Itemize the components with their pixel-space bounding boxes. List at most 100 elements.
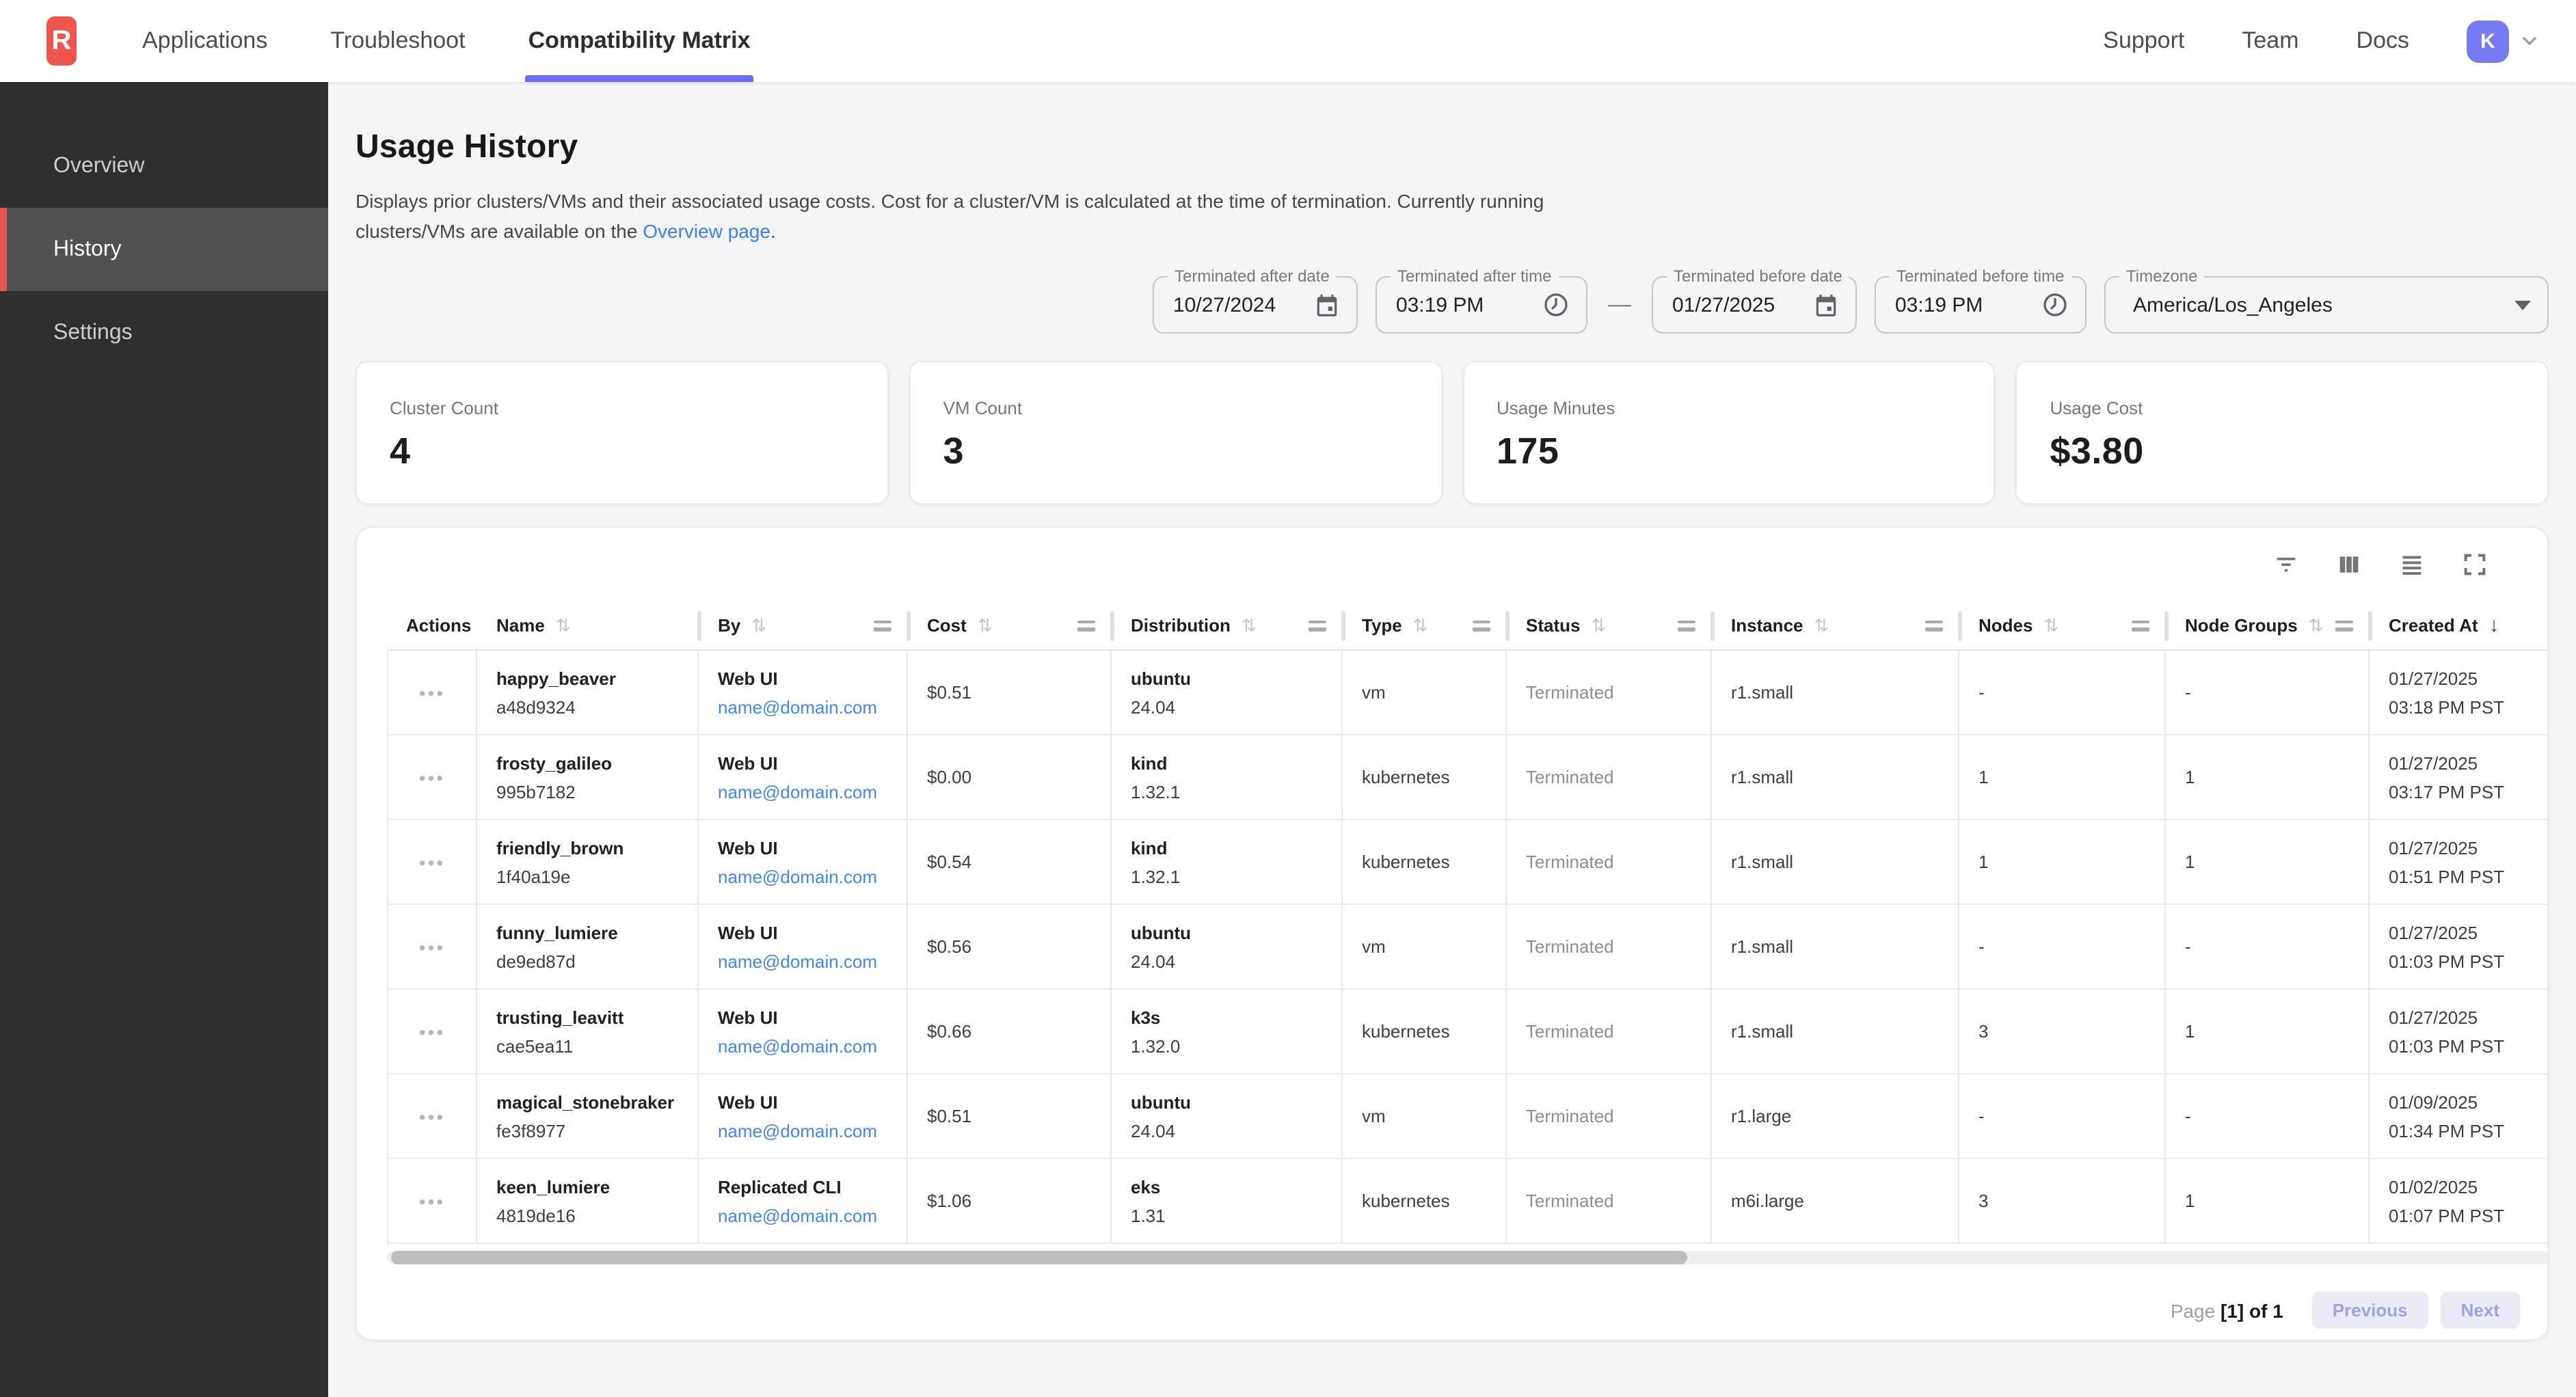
column-header-cost[interactable]: Cost⇅ <box>908 601 1112 649</box>
clock-icon[interactable] <box>1542 291 1570 318</box>
column-menu-icon[interactable] <box>1678 620 1695 631</box>
email-link[interactable]: name@domain.com <box>718 779 896 805</box>
sort-icon[interactable]: ⇅ <box>1242 614 1257 636</box>
email-link[interactable]: name@domain.com <box>718 1118 896 1144</box>
column-menu-icon[interactable] <box>1925 620 1943 631</box>
terminated-after-time-field[interactable]: Terminated after time 03:19 PM <box>1376 276 1587 334</box>
columns-icon[interactable] <box>2334 550 2364 580</box>
table-row: ••• funny_lumierede9ed87d Web UIname@dom… <box>387 905 2549 990</box>
stat-card-cluster-count: Cluster Count 4 <box>355 361 889 504</box>
stat-card-vm-count: VM Count 3 <box>909 361 1443 504</box>
column-header-by[interactable]: By⇅ <box>699 601 908 649</box>
column-header-nodes[interactable]: Nodes⇅ <box>1959 601 2166 649</box>
row-actions-button[interactable]: ••• <box>419 1105 445 1127</box>
email-link[interactable]: name@domain.com <box>718 694 896 720</box>
sort-icon[interactable]: ⇅ <box>1413 614 1428 636</box>
email-link[interactable]: name@domain.com <box>718 949 896 975</box>
column-header-status[interactable]: Status⇅ <box>1507 601 1712 649</box>
nav-item-troubleshoot[interactable]: Troubleshoot <box>327 0 468 82</box>
sidebar-item-history[interactable]: History <box>0 208 328 291</box>
column-header-distribution[interactable]: Distribution⇅ <box>1112 601 1343 649</box>
row-actions-button[interactable]: ••• <box>419 1020 445 1042</box>
nav-link-team[interactable]: Team <box>2242 27 2298 55</box>
nav-link-support[interactable]: Support <box>2103 27 2184 55</box>
table-row: ••• keen_lumiere4819de16 Replicated CLIn… <box>387 1159 2549 1244</box>
secondary-nav: Support Team Docs K <box>2103 20 2540 62</box>
chevron-down-icon[interactable] <box>2519 30 2540 52</box>
sort-icon[interactable]: ⇅ <box>556 614 571 636</box>
column-menu-icon[interactable] <box>1473 620 1490 631</box>
top-nav: R Applications Troubleshoot Compatibilit… <box>0 0 2576 82</box>
filter-bar: Terminated after date 10/27/2024 Termina… <box>355 276 2549 334</box>
row-actions-button[interactable]: ••• <box>419 766 445 788</box>
column-header-actions: Actions <box>387 601 477 649</box>
terminated-before-date-field[interactable]: Terminated before date 01/27/2025 <box>1652 276 1857 334</box>
clock-icon[interactable] <box>2041 291 2069 318</box>
usage-table: Actions Name⇅ By⇅ Cost⇅ Distribution⇅ <box>387 601 2549 1244</box>
fullscreen-icon[interactable] <box>2460 550 2490 580</box>
calendar-icon[interactable] <box>1813 292 1839 318</box>
density-icon[interactable] <box>2397 550 2427 580</box>
active-tab-indicator <box>526 75 753 82</box>
timezone-select[interactable]: Timezone America/Los_Angeles <box>2104 276 2549 334</box>
horizontal-scrollbar-track <box>387 1251 2549 1264</box>
sort-icon[interactable]: ⇅ <box>978 614 993 636</box>
row-actions-button[interactable]: ••• <box>419 1190 445 1212</box>
select-arrow-icon <box>2514 300 2531 310</box>
avatar[interactable]: K <box>2467 20 2509 62</box>
brand-logo[interactable]: R <box>46 16 77 66</box>
row-actions-button[interactable]: ••• <box>419 851 445 873</box>
terminated-before-time-field[interactable]: Terminated before time 03:19 PM <box>1875 276 2087 334</box>
column-menu-icon[interactable] <box>2132 620 2149 631</box>
column-menu-icon[interactable] <box>874 620 891 631</box>
nav-item-applications[interactable]: Applications <box>139 0 270 82</box>
filter-icon[interactable] <box>2271 550 2301 580</box>
nav-item-compatibility-matrix[interactable]: Compatibility Matrix <box>526 0 753 82</box>
sidebar-item-overview[interactable]: Overview <box>0 124 328 208</box>
sort-desc-icon[interactable]: ↓ <box>2489 614 2499 637</box>
sidebar-item-settings[interactable]: Settings <box>0 291 328 375</box>
user-menu[interactable]: K <box>2467 20 2540 62</box>
terminated-after-date-field[interactable]: Terminated after date 10/27/2024 <box>1153 276 1358 334</box>
column-header-created-at[interactable]: Created At↓ <box>2370 601 2549 649</box>
brand-logo-letter: R <box>52 25 72 57</box>
column-header-node-groups[interactable]: Node Groups⇅ <box>2166 601 2370 649</box>
sort-icon[interactable]: ⇅ <box>751 614 766 636</box>
horizontal-scrollbar-thumb[interactable] <box>391 1251 1687 1264</box>
column-menu-icon[interactable] <box>1077 620 1095 631</box>
stat-card-usage-minutes: Usage Minutes 175 <box>1462 361 1996 504</box>
table-header-row: Actions Name⇅ By⇅ Cost⇅ Distribution⇅ <box>387 601 2549 651</box>
stats-row: Cluster Count 4 VM Count 3 Usage Minutes… <box>355 361 2549 504</box>
page-indicator: Page [1] of 1 <box>2171 1299 2283 1321</box>
page-description: Displays prior clusters/VMs and their as… <box>355 186 2549 246</box>
calendar-icon[interactable] <box>1314 292 1340 318</box>
column-menu-icon[interactable] <box>1309 620 1326 631</box>
column-header-name[interactable]: Name⇅ <box>477 601 699 649</box>
table-row: ••• trusting_leavittcae5ea11 Web UIname@… <box>387 990 2549 1074</box>
stat-card-usage-cost: Usage Cost $3.80 <box>2016 361 2549 504</box>
usage-table-card: Actions Name⇅ By⇅ Cost⇅ Distribution⇅ <box>355 526 2549 1341</box>
sort-icon[interactable]: ⇅ <box>2309 614 2324 636</box>
nav-link-docs[interactable]: Docs <box>2357 27 2409 55</box>
email-link[interactable]: name@domain.com <box>718 1203 896 1229</box>
sort-icon[interactable]: ⇅ <box>1591 614 1606 636</box>
sort-icon[interactable]: ⇅ <box>1814 614 1829 636</box>
main-content: Usage History Displays prior clusters/VM… <box>328 82 2576 1397</box>
next-page-button[interactable]: Next <box>2441 1292 2520 1329</box>
row-actions-button[interactable]: ••• <box>419 936 445 958</box>
pagination: Page [1] of 1 Previous Next <box>357 1292 2547 1329</box>
sort-icon[interactable]: ⇅ <box>2043 614 2058 636</box>
column-menu-icon[interactable] <box>2335 620 2353 631</box>
row-actions-button[interactable]: ••• <box>419 681 445 703</box>
previous-page-button[interactable]: Previous <box>2312 1292 2428 1329</box>
email-link[interactable]: name@domain.com <box>718 1033 896 1059</box>
email-link[interactable]: name@domain.com <box>718 864 896 890</box>
table-row: ••• magical_stonebrakerfe3f8977 Web UIna… <box>387 1074 2549 1159</box>
column-header-instance[interactable]: Instance⇅ <box>1712 601 1959 649</box>
primary-nav: Applications Troubleshoot Compatibility … <box>139 0 753 82</box>
overview-page-link[interactable]: Overview page <box>643 220 770 242</box>
column-header-type[interactable]: Type⇅ <box>1343 601 1507 649</box>
table-toolbar <box>357 528 2547 601</box>
table-row: ••• frosty_galileo995b7182 Web UIname@do… <box>387 735 2549 820</box>
sidebar: Overview History Settings <box>0 82 328 1397</box>
